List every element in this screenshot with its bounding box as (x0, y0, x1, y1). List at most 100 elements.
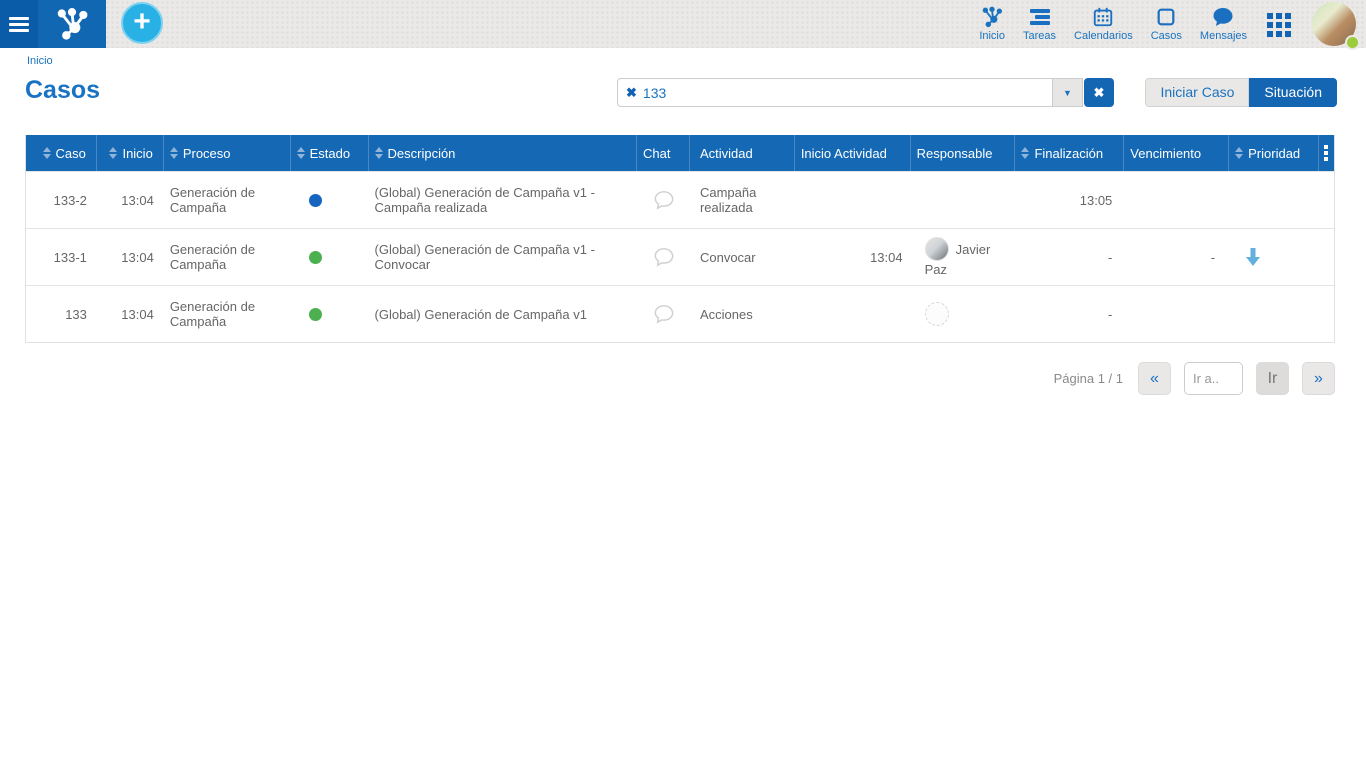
cell-vencimiento (1124, 172, 1229, 228)
user-menu[interactable] (1312, 2, 1358, 48)
col-chat: Chat (637, 135, 690, 171)
cell-vencimiento: - (1124, 229, 1229, 285)
next-page-button[interactable]: » (1302, 362, 1335, 395)
cell-actividad: Convocar (690, 229, 795, 285)
table-row[interactable]: 133-1 13:04 Generación de Campaña (Globa… (26, 228, 1334, 285)
col-estado[interactable]: Estado (291, 135, 369, 171)
table-header: Caso Inicio Proceso Estado Descripción C… (26, 135, 1334, 171)
menu-button[interactable] (0, 0, 38, 48)
new-item-button[interactable]: + (121, 2, 163, 44)
search-input[interactable]: ✖ 133 (617, 78, 1053, 107)
responsable-avatar (925, 237, 949, 261)
cell-prioridad (1229, 229, 1319, 285)
goto-page-input[interactable] (1184, 362, 1243, 395)
chat-bubble-icon (653, 247, 675, 267)
cell-inicio: 13:04 (97, 286, 164, 342)
status-dot (309, 251, 322, 264)
prev-page-button[interactable]: « (1138, 362, 1171, 395)
responsable-avatar-placeholder (925, 302, 949, 326)
col-actividad: Actividad (690, 135, 795, 171)
page-title: Casos (25, 76, 100, 105)
cell-inicio: 13:04 (97, 229, 164, 285)
start-case-button[interactable]: Iniciar Caso (1145, 78, 1249, 107)
flokzu-home-icon (981, 6, 1003, 28)
sort-icon (43, 147, 51, 159)
go-button[interactable]: Ir (1256, 362, 1289, 395)
nav-mensajes[interactable]: Mensajes (1191, 0, 1256, 42)
col-responsable: Responsable (911, 135, 1016, 171)
app-logo[interactable] (38, 0, 106, 48)
apps-grid-icon (1266, 12, 1292, 38)
breadcrumb[interactable]: Inicio (27, 55, 53, 67)
col-vencimiento: Vencimiento (1124, 135, 1229, 171)
cell-chat[interactable] (637, 172, 690, 228)
cell-finalizacion: 13:05 (1015, 172, 1124, 228)
cell-responsable (911, 286, 1016, 342)
apps-grid-button[interactable] (1256, 0, 1302, 43)
cell-descripcion: (Global) Generación de Campaña v1 - Camp… (369, 172, 638, 228)
nav-calendarios[interactable]: Calendarios (1065, 0, 1142, 42)
columns-menu-button[interactable] (1319, 135, 1334, 171)
cell-proceso: Generación de Campaña (164, 172, 291, 228)
flokzu-logo-icon (55, 7, 89, 41)
sort-icon (170, 147, 178, 159)
nav-tareas[interactable]: Tareas (1014, 0, 1065, 42)
clear-search-button[interactable]: ✖ (1084, 78, 1114, 107)
cell-finalizacion: - (1015, 286, 1124, 342)
chat-bubble-icon (653, 304, 675, 324)
sort-icon (109, 147, 117, 159)
col-proceso[interactable]: Proceso (164, 135, 291, 171)
search-bar: ✖ 133 ▼ ✖ (617, 78, 1114, 107)
nav-tareas-label: Tareas (1023, 30, 1056, 42)
tasks-icon (1028, 6, 1052, 28)
case-actions: Iniciar Caso Situación (1145, 78, 1337, 107)
col-descripcion[interactable]: Descripción (369, 135, 638, 171)
filter-chip-clear-icon[interactable]: ✖ (626, 85, 637, 101)
cell-chat[interactable] (637, 229, 690, 285)
cell-finalizacion: - (1015, 229, 1124, 285)
responsable-last-name: Paz (925, 262, 1010, 277)
cell-caso: 133-1 (26, 229, 97, 285)
nav-inicio[interactable]: Inicio (970, 0, 1014, 42)
cell-vencimiento (1124, 286, 1229, 342)
online-status-dot (1345, 35, 1360, 50)
nav-casos[interactable]: Casos (1142, 0, 1191, 42)
nav-calendarios-label: Calendarios (1074, 30, 1133, 42)
col-prioridad[interactable]: Prioridad (1229, 135, 1319, 171)
cell-descripcion: (Global) Generación de Campaña v1 - Conv… (369, 229, 638, 285)
cell-prioridad (1229, 286, 1319, 342)
cell-inicio: 13:04 (97, 172, 164, 228)
cell-proceso: Generación de Campaña (164, 229, 291, 285)
close-icon: ✖ (1094, 85, 1105, 101)
cases-icon (1155, 6, 1177, 28)
top-bar: + Inicio Tareas (0, 0, 1366, 48)
chevron-down-icon: ▼ (1063, 88, 1072, 98)
sort-icon (375, 147, 383, 159)
nav-mensajes-label: Mensajes (1200, 30, 1247, 42)
col-caso[interactable]: Caso (26, 135, 97, 171)
pagination: Página 1 / 1 « Ir » (1054, 362, 1335, 395)
double-chevron-right-icon: » (1314, 370, 1323, 388)
responsable-first-name: Javier (956, 242, 991, 257)
col-inicio-actividad: Inicio Actividad (795, 135, 911, 171)
cell-prioridad (1229, 172, 1319, 228)
cell-estado (291, 172, 369, 228)
sort-icon (1021, 147, 1029, 159)
col-inicio[interactable]: Inicio (97, 135, 164, 171)
table-row[interactable]: 133 13:04 Generación de Campaña (Global)… (26, 285, 1334, 342)
search-options-dropdown[interactable]: ▼ (1053, 78, 1083, 107)
cell-inicio-actividad: 13:04 (795, 229, 911, 285)
col-finalizacion[interactable]: Finalización (1015, 135, 1124, 171)
messages-icon (1211, 6, 1235, 28)
cell-proceso: Generación de Campaña (164, 286, 291, 342)
table-row[interactable]: 133-2 13:04 Generación de Campaña (Globa… (26, 171, 1334, 228)
situation-button[interactable]: Situación (1249, 78, 1337, 107)
cell-descripcion: (Global) Generación de Campaña v1 (369, 286, 638, 342)
calendar-icon (1092, 6, 1114, 28)
cell-caso: 133-2 (26, 172, 97, 228)
chat-bubble-icon (653, 190, 675, 210)
cell-caso: 133 (26, 286, 97, 342)
cell-chat[interactable] (637, 286, 690, 342)
cell-actividad: Campaña realizada (690, 172, 795, 228)
status-dot (309, 308, 322, 321)
